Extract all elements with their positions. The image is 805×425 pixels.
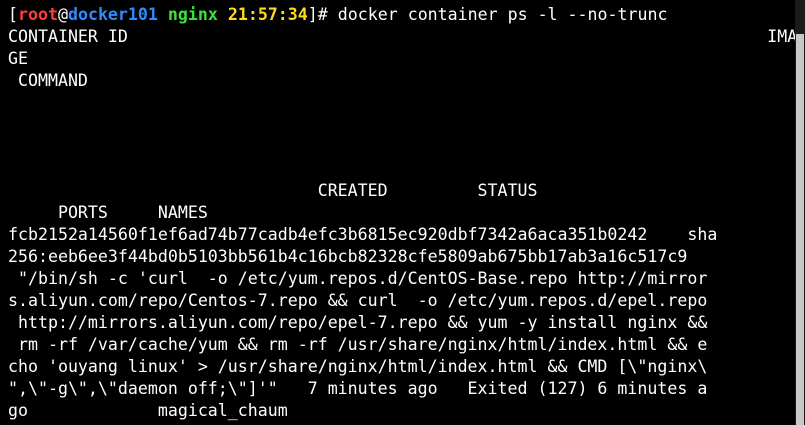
vertical-scrollbar[interactable] (795, 0, 805, 425)
terminal-window[interactable]: [root@docker101 nginx 21:57:34]# docker … (0, 0, 795, 425)
output-line: CREATED STATUS (8, 181, 538, 200)
prompt-bracket-close: ]# (307, 5, 338, 24)
prompt-host: docker101 (67, 5, 158, 24)
output-line: "/bin/sh -c 'curl -o /etc/yum.repos.d/Ce… (8, 269, 708, 288)
output-line: ",\"-g\",\"daemon off;\"]'" 7 minutes ag… (8, 379, 708, 398)
output-line: cho 'ouyang linux' > /usr/share/nginx/ht… (8, 357, 708, 376)
prompt-line: [root@docker101 nginx 21:57:34]# docker … (8, 4, 667, 26)
output-line: GE (8, 49, 28, 68)
prompt-dir: nginx (167, 5, 218, 24)
output-line: go magical_chaum (8, 401, 288, 420)
prompt-at: @ (57, 5, 68, 24)
output-line: COMMAND (8, 71, 88, 90)
output-line: PORTS NAMES (8, 203, 208, 222)
scrollbar-thumb[interactable] (796, 34, 804, 425)
output-line: 256:eeb6ee3f44bd0b5103bb561b4c16bcb82328… (8, 247, 688, 266)
output-line: http://mirrors.aliyun.com/repo/epel-7.re… (8, 313, 708, 332)
output-line: fcb2152a14560f1ef6ad74b77cadb4efc3b6815e… (8, 225, 718, 244)
prompt-user: root (18, 5, 58, 24)
prompt-bracket-open: [ (8, 5, 18, 24)
output-line: CONTAINER ID IMA (8, 27, 795, 46)
output-line: s.aliyun.com/repo/Centos-7.repo && curl … (8, 291, 708, 310)
prompt-space-2 (218, 5, 228, 24)
prompt-command: docker container ps -l --no-trunc (337, 5, 668, 24)
prompt-time: 21:57:34 (227, 5, 308, 24)
output-line: rm -rf /var/cache/yum && rm -rf /usr/sha… (8, 335, 708, 354)
